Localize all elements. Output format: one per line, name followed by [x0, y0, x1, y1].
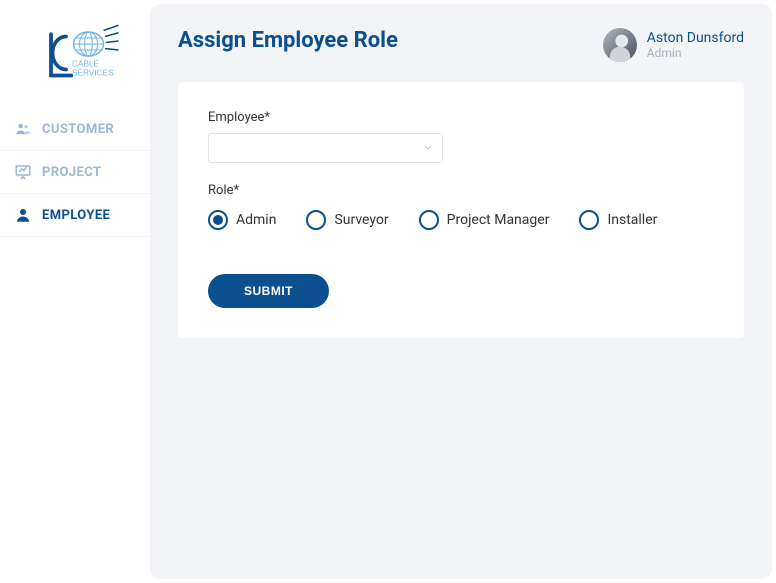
brand-text-services: SERVICES: [72, 69, 114, 78]
radio-icon: [579, 210, 599, 230]
topbar: Assign Employee Role Aston Dunsford Admi…: [178, 28, 744, 62]
radio-label: Admin: [236, 212, 276, 228]
avatar: [603, 28, 637, 62]
radio-label: Project Manager: [447, 212, 550, 228]
radio-icon: [208, 210, 228, 230]
user-icon: [14, 206, 32, 224]
sidebar-item-project[interactable]: PROJECT: [0, 151, 150, 194]
radio-label: Surveyor: [334, 212, 388, 228]
radio-icon: [419, 210, 439, 230]
user-name: Aston Dunsford: [647, 30, 744, 46]
field-employee: Employee*: [208, 110, 714, 163]
employee-label: Employee*: [208, 110, 714, 125]
submit-button[interactable]: SUBMIT: [208, 274, 329, 308]
field-role: Role* Admin Surveyor Project Manager Ins…: [208, 183, 714, 230]
users-icon: [14, 120, 32, 138]
main-panel: Assign Employee Role Aston Dunsford Admi…: [150, 4, 772, 579]
user-box[interactable]: Aston Dunsford Admin: [603, 28, 744, 62]
role-radio-admin[interactable]: Admin: [208, 210, 276, 230]
role-radio-project-manager[interactable]: Project Manager: [419, 210, 550, 230]
role-radio-installer[interactable]: Installer: [579, 210, 657, 230]
radio-label: Installer: [607, 212, 657, 228]
page-title: Assign Employee Role: [178, 28, 398, 53]
user-role: Admin: [647, 46, 744, 60]
radio-icon: [306, 210, 326, 230]
brand-text-cable: CABLE: [72, 60, 100, 69]
brand-logo: CABLE SERVICES: [20, 18, 130, 88]
form-card: Employee* Role* Admin Surveyor: [178, 82, 744, 338]
sidebar-item-label: EMPLOYEE: [42, 208, 110, 223]
role-radio-surveyor[interactable]: Surveyor: [306, 210, 388, 230]
role-label: Role*: [208, 183, 714, 198]
role-radio-group: Admin Surveyor Project Manager Installer: [208, 210, 714, 230]
sidebar: CABLE SERVICES CUSTOMER PROJECT EMPLOYEE: [0, 0, 150, 583]
employee-select[interactable]: [208, 133, 443, 163]
chevron-down-icon: [422, 139, 434, 158]
presentation-icon: [14, 163, 32, 181]
sidebar-item-label: PROJECT: [42, 165, 101, 180]
sidebar-item-label: CUSTOMER: [42, 122, 114, 137]
sidebar-item-employee[interactable]: EMPLOYEE: [0, 194, 150, 237]
sidebar-item-customer[interactable]: CUSTOMER: [0, 108, 150, 151]
